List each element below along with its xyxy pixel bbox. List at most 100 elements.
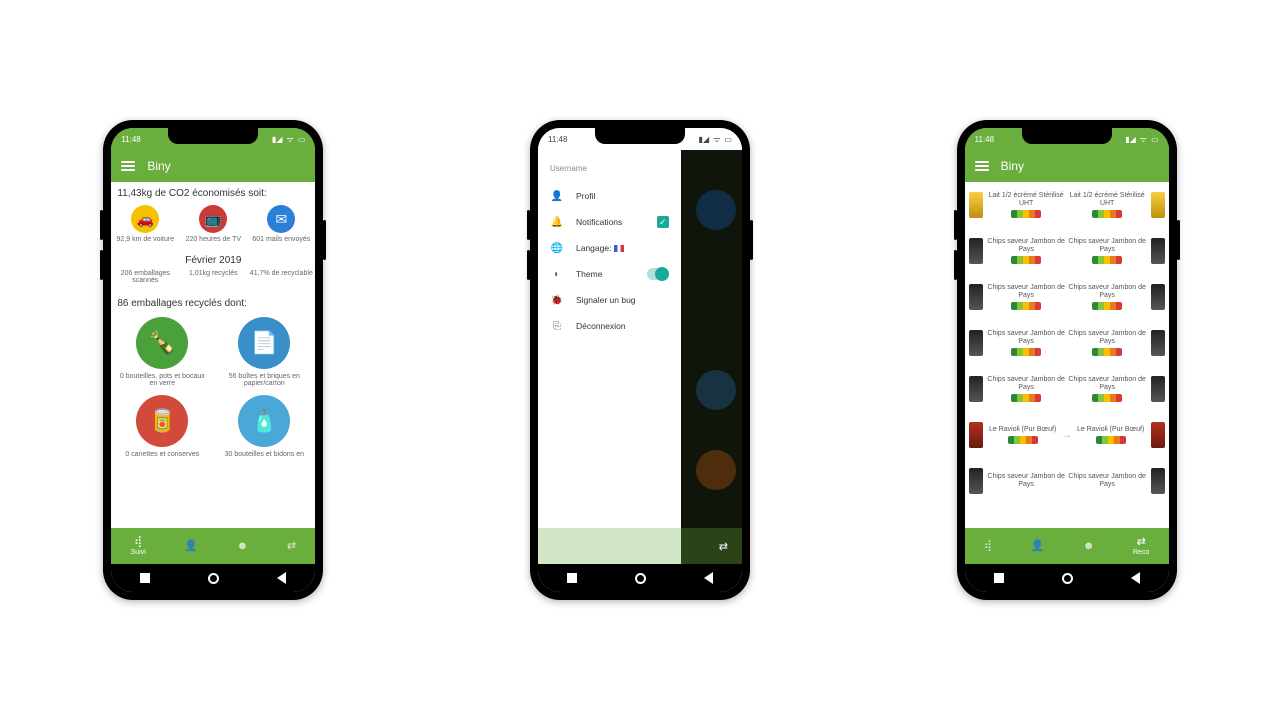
drawer-item-langage[interactable]: 🌐 Langage: <box>546 235 673 261</box>
product-thumb <box>969 284 983 310</box>
reco-list[interactable]: Lait 1/2 écrémé Stérilisé UHT Lait 1/2 é… <box>965 182 1169 528</box>
contrast-icon: ◐ <box>550 269 564 280</box>
equiv-mail-label: 601 mails envoyés <box>248 236 315 243</box>
product-name: Chips saveur Jambon de Pays <box>1067 284 1148 299</box>
menu-icon[interactable] <box>975 161 989 171</box>
nav-back-icon[interactable] <box>1131 572 1140 584</box>
wifi-icon: ᯤ <box>713 134 720 145</box>
product-thumb <box>969 422 983 448</box>
person-icon: 👤 <box>1031 541 1045 552</box>
drawer-screen: Username 👤 Profil 🔔 Notifications ✓ 🌐 La… <box>538 150 742 564</box>
swap-icon: ⇄ <box>287 541 296 552</box>
nav-home-icon[interactable] <box>635 573 646 584</box>
reco-row[interactable]: Chips saveur Jambon de Pays Chips saveur… <box>965 274 1169 320</box>
status-icons: ▮◢ ᯤ ▭ <box>272 134 305 145</box>
status-time: 11:48 <box>548 135 567 144</box>
product-name: Chips saveur Jambon de Pays <box>986 284 1067 299</box>
equiv-tv: 📺 220 heures de TV <box>180 205 247 243</box>
status-icons: ▮◢ ᯤ ▭ <box>699 134 732 145</box>
phone-mockup-drawer: 11:48 ▮◢ ᯤ ▭ Username 👤 Profil <box>530 120 750 600</box>
product-thumb <box>1151 238 1165 264</box>
nav-suivi[interactable]: ⢾ Suivi <box>131 537 146 556</box>
drawer-label: Notifications <box>576 217 645 227</box>
nav-reco[interactable]: ⇄ <box>287 541 296 552</box>
nutriscore-icon <box>1092 394 1122 402</box>
co2-headline: 11,43kg de CO2 économisés soit: <box>111 182 315 201</box>
nav-home-icon[interactable] <box>1062 573 1073 584</box>
signal-icon: ▮◢ <box>1125 135 1136 144</box>
product-name: Chips saveur Jambon de Pays <box>1067 238 1148 253</box>
appbar: Biny <box>965 150 1169 182</box>
nav-drawer: Username 👤 Profil 🔔 Notifications ✓ 🌐 La… <box>538 150 681 564</box>
reco-row[interactable]: Chips saveur Jambon de Pays Chips saveur… <box>965 228 1169 274</box>
drawer-label: Profil <box>576 191 669 201</box>
cat-plastic-label: 30 bouteilles et bidons en <box>217 451 311 458</box>
nav-back-icon[interactable] <box>277 572 286 584</box>
nav-profile[interactable]: 👤 <box>1031 541 1045 552</box>
signal-icon: ▮◢ <box>272 135 283 144</box>
account-icon: ☻ <box>1083 541 1095 552</box>
nav-back-icon[interactable] <box>704 572 713 584</box>
theme-switch[interactable] <box>647 268 669 280</box>
nav-account[interactable]: ☻ <box>1083 541 1095 552</box>
nav-suivi[interactable]: ⢾ <box>984 541 992 552</box>
product-name: Chips saveur Jambon de Pays <box>1067 376 1148 391</box>
status-time: 11:48 <box>975 135 994 144</box>
drawer-item-logout[interactable]: ⎘ Déconnexion <box>546 313 673 339</box>
nav-reco-label: Reco <box>1133 549 1149 556</box>
reco-row[interactable]: Lait 1/2 écrémé Stérilisé UHT Lait 1/2 é… <box>965 182 1169 228</box>
cat-metal-label: 0 canettes et conserves <box>115 451 209 458</box>
nav-profile[interactable]: 👤 <box>184 541 198 552</box>
nutriscore-icon <box>1092 256 1122 264</box>
nutriscore-icon <box>1092 210 1122 218</box>
drawer-item-theme[interactable]: ◐ Theme <box>546 261 673 287</box>
bottom-nav: ⢾ 👤 ☻ ⇄ Reco <box>965 528 1169 564</box>
car-icon: 🚗 <box>131 205 159 233</box>
device-notch <box>595 128 685 144</box>
product-thumb <box>1151 330 1165 356</box>
product-name: Lait 1/2 écrémé Stérilisé UHT <box>986 192 1067 207</box>
nav-recents-icon[interactable] <box>994 573 1004 583</box>
menu-icon[interactable] <box>121 161 135 171</box>
product-thumb <box>969 330 983 356</box>
product-name: Chips saveur Jambon de Pays <box>986 330 1067 345</box>
product-name: Chips saveur Jambon de Pays <box>1067 330 1148 345</box>
product-name: Chips saveur Jambon de Pays <box>986 376 1067 391</box>
battery-icon: ▭ <box>298 135 306 144</box>
equiv-tv-label: 220 heures de TV <box>180 236 247 243</box>
status-time: 11:48 <box>121 135 140 144</box>
nutriscore-icon <box>1096 436 1126 444</box>
product-thumb <box>969 468 983 494</box>
android-nav <box>111 564 315 592</box>
product-thumb <box>969 376 983 402</box>
nutriscore-icon <box>1011 302 1041 310</box>
product-thumb <box>1151 422 1165 448</box>
nav-home-icon[interactable] <box>208 573 219 584</box>
checkbox-checked-icon[interactable]: ✓ <box>657 216 669 228</box>
reco-row[interactable]: Chips saveur Jambon de Pays Chips saveur… <box>965 458 1169 504</box>
battery-icon: ▭ <box>1151 135 1159 144</box>
globe-icon: 🌐 <box>550 243 564 254</box>
equiv-mail: ✉ 601 mails envoyés <box>248 205 315 243</box>
equalizer-icon: ⢾ <box>984 541 992 552</box>
account-icon: ☻ <box>237 541 249 552</box>
signal-icon: ▮◢ <box>699 135 710 144</box>
reco-row[interactable]: Le Ravioli (Pur Bœuf) → Le Ravioli (Pur … <box>965 412 1169 458</box>
nav-recents-icon[interactable] <box>567 573 577 583</box>
recycled-headline: 86 emballages recyclés dont: <box>111 288 315 313</box>
reco-row[interactable]: Chips saveur Jambon de Pays Chips saveur… <box>965 320 1169 366</box>
battery-icon: ▭ <box>724 135 732 144</box>
nav-recents-icon[interactable] <box>140 573 150 583</box>
drawer-label: Signaler un bug <box>576 295 669 305</box>
drawer-item-notifications[interactable]: 🔔 Notifications ✓ <box>546 209 673 235</box>
nav-reco[interactable]: ⇄ Reco <box>1133 537 1149 556</box>
reco-row[interactable]: Chips saveur Jambon de Pays Chips saveur… <box>965 366 1169 412</box>
drawer-label: Langage: <box>576 243 669 253</box>
nutriscore-icon <box>1011 210 1041 218</box>
drawer-username: Username <box>550 164 669 173</box>
product-name: Chips saveur Jambon de Pays <box>986 473 1067 488</box>
stat-recycled: 1,01kg recyclés <box>180 270 247 284</box>
nav-account[interactable]: ☻ <box>237 541 249 552</box>
drawer-item-bug[interactable]: 🐞 Signaler un bug <box>546 287 673 313</box>
drawer-item-profil[interactable]: 👤 Profil <box>546 183 673 209</box>
